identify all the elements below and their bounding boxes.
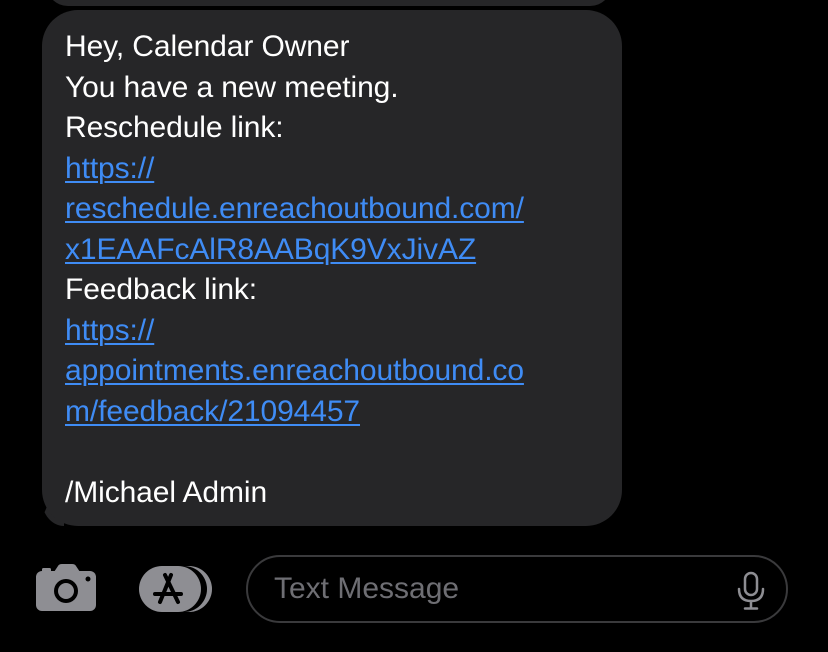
- message-line-feedback-label: Feedback link:: [65, 273, 258, 306]
- reschedule-link-part-3[interactable]: x1EAAFcAlR8AABqK9VxJivAZ: [65, 230, 600, 271]
- dictation-button[interactable]: [736, 571, 766, 611]
- feedback-link-part-1[interactable]: https://: [65, 311, 600, 352]
- message-line-greeting: Hey, Calendar Owner: [65, 30, 350, 63]
- previous-message-bubble: [46, 0, 612, 6]
- reschedule-link-part-2[interactable]: reschedule.enreachoutbound.com/: [65, 189, 600, 230]
- microphone-icon: [737, 571, 765, 610]
- feedback-link-part-2[interactable]: appointments.enreachoutbound.co: [65, 351, 600, 392]
- message-line-meeting: You have a new meeting.: [65, 70, 399, 104]
- app-store-icon: [139, 566, 212, 612]
- message-line-signature: /Michael Admin: [65, 475, 268, 509]
- message-line-reschedule-label: Reschedule link:: [65, 111, 284, 144]
- feedback-link-part-3[interactable]: m/feedback/21094457: [65, 392, 600, 433]
- camera-icon: [36, 564, 96, 611]
- apps-button[interactable]: [136, 565, 216, 613]
- received-message-bubble[interactable]: Hey, Calendar Owner You have a new meeti…: [42, 10, 622, 526]
- message-composer: [0, 540, 828, 652]
- text-message-input[interactable]: [274, 557, 714, 621]
- text-message-field[interactable]: [246, 555, 788, 623]
- camera-button[interactable]: [34, 564, 98, 612]
- reschedule-link-part-1[interactable]: https://: [65, 149, 600, 190]
